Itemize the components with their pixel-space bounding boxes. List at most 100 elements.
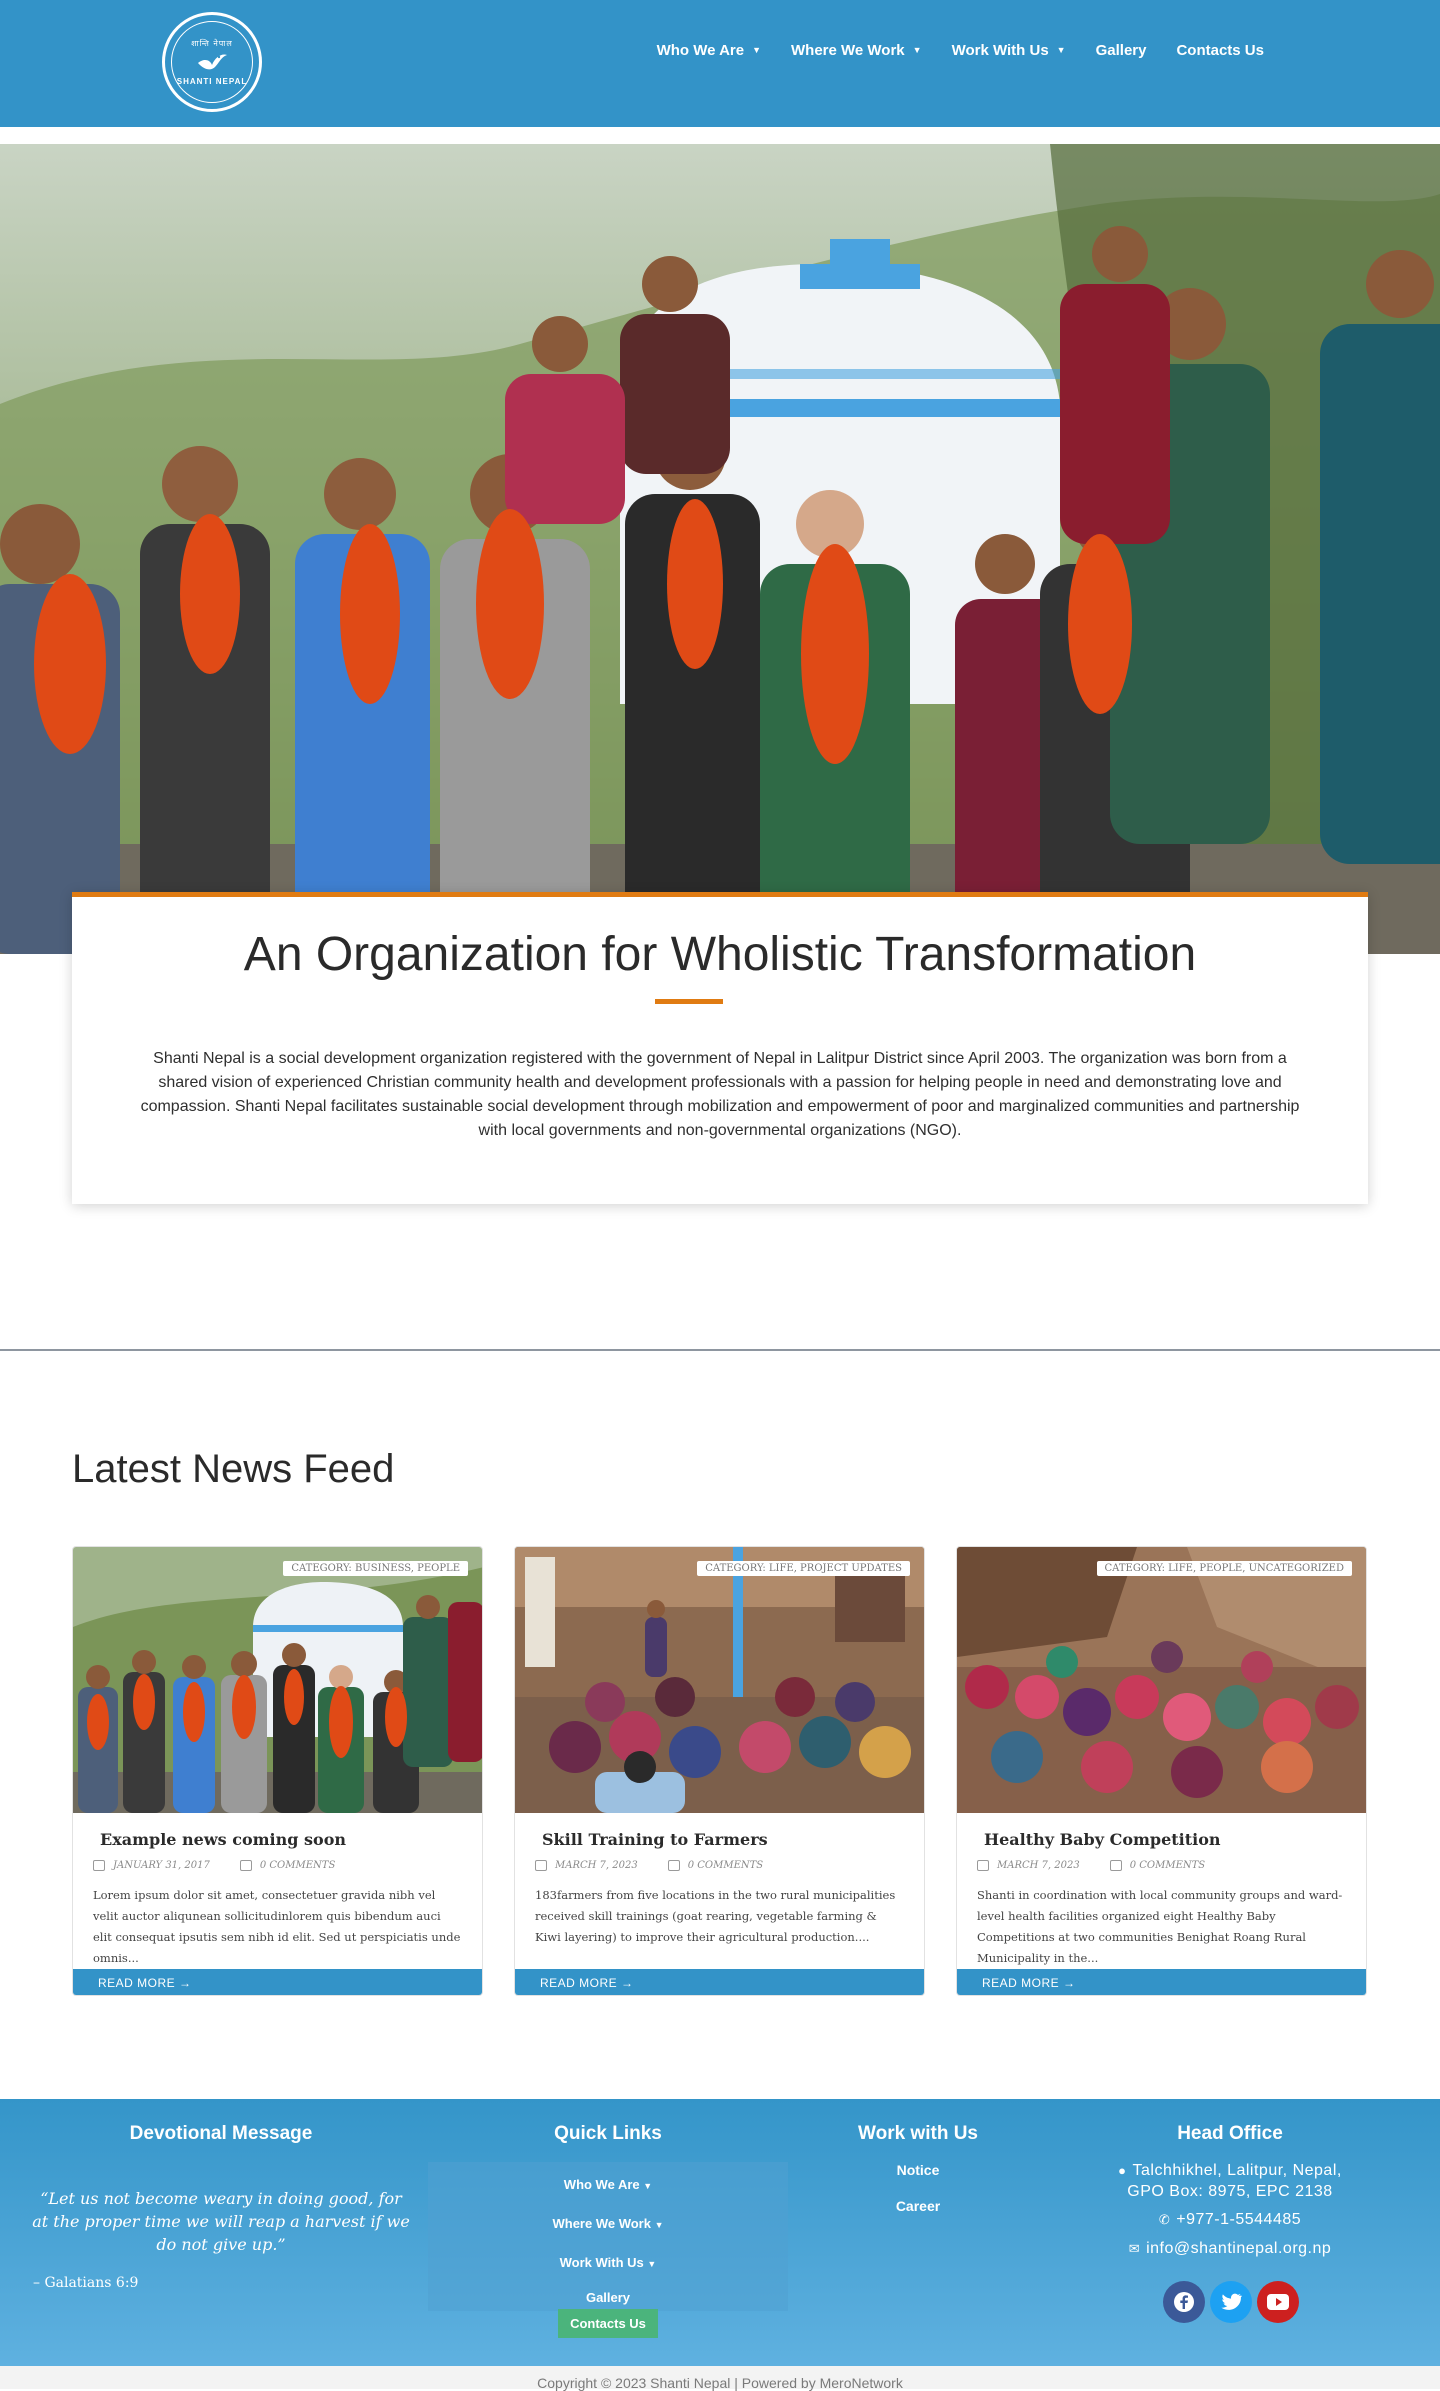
comment-icon	[667, 1860, 680, 1871]
post-comments-text: 0 COMMENTS	[1129, 1860, 1206, 1871]
news-card: CATEGORY: BUSINESS, PEOPLE Example news …	[72, 1546, 483, 1996]
nav-where-we-work[interactable]: Where We Work ▼	[791, 38, 922, 62]
nav-label: Contacts Us	[1176, 41, 1264, 59]
read-more-button[interactable]: READ MORE →	[957, 1969, 1366, 1995]
read-more-button[interactable]: READ MORE →	[515, 1969, 924, 1995]
site-footer: Devotional Message “Let us not become we…	[0, 2099, 1440, 2366]
category-badge[interactable]: CATEGORY: LIFE, PROJECT UPDATES	[697, 1561, 910, 1576]
facebook-button[interactable]	[1163, 2281, 1205, 2323]
dove-icon	[198, 54, 227, 70]
nav-who-we-are[interactable]: Who We Are ▼	[657, 38, 761, 62]
intro-title: An Organization for Wholistic Transforma…	[243, 928, 1197, 981]
devotional-heading: Devotional Message	[129, 2123, 313, 2144]
phone-line[interactable]: ✆ +977-1-5544485	[1080, 2211, 1380, 2229]
calendar-icon	[535, 1860, 547, 1871]
footer-link-career[interactable]: Career	[858, 2198, 978, 2214]
shanti-nepal-logo[interactable]: शान्ति नेपाल SHANTI NEPAL	[162, 12, 262, 112]
chevron-down-icon: ▼	[654, 2220, 664, 2230]
hero-photo-group	[0, 144, 1440, 954]
copyright-bar: Copyright © 2023 Shanti Nepal | Powered …	[0, 2366, 1440, 2391]
news-card-excerpt: 183farmers from five locations in the tw…	[535, 1888, 896, 1944]
intro-text: Shanti Nepal is a social development org…	[140, 1050, 1300, 1139]
post-comments-text: 0 COMMENTS	[259, 1860, 336, 1871]
quick-link-label: Where We Work	[552, 2216, 651, 2231]
address-line-1: ● Talchhikhel, Lalitpur, Nepal,	[1080, 2162, 1380, 2180]
phone-text: +977-1-5544485	[1176, 2211, 1302, 2228]
read-more-button[interactable]: READ MORE →	[73, 1969, 482, 1995]
site-header: शान्ति नेपाल SHANTI NEPAL Who We Are ▼ Wh…	[0, 0, 1440, 127]
news-card-image[interactable]: CATEGORY: BUSINESS, PEOPLE	[73, 1547, 482, 1813]
quick-links-menu: Who We Are ▼ Where We Work ▼ Work With U…	[428, 2162, 788, 2311]
logo-emblem: शान्ति नेपाल SHANTI NEPAL	[171, 21, 253, 103]
nav-label: Where We Work	[791, 41, 905, 59]
news-heading: Latest News Feed	[72, 1447, 395, 1491]
news-card-meta: MARCH 7, 2023 0 COMMENTS	[977, 1860, 1205, 1871]
chevron-down-icon: ▼	[912, 45, 922, 55]
chevron-down-icon: ▼	[647, 2259, 657, 2269]
calendar-icon	[977, 1860, 989, 1871]
news-card-meta: MARCH 7, 2023 0 COMMENTS	[535, 1860, 763, 1871]
news-card-title[interactable]: Skill Training to Farmers	[542, 1830, 768, 1849]
email-text: info@shantinepal.org.np	[1146, 2240, 1332, 2257]
category-badge[interactable]: CATEGORY: BUSINESS, PEOPLE	[283, 1561, 468, 1576]
quick-link-contacts-us[interactable]: Contacts Us	[558, 2309, 658, 2338]
quick-links-heading: Quick Links	[554, 2123, 662, 2144]
post-date-text: MARCH 7, 2023	[555, 1860, 638, 1871]
post-comments[interactable]: 0 COMMENTS	[239, 1860, 336, 1871]
comment-icon	[1109, 1860, 1122, 1871]
news-card-excerpt: Lorem ipsum dolor sit amet, consectetuer…	[93, 1888, 461, 1965]
logo-bottom-text: SHANTI NEPAL	[176, 77, 248, 86]
nav-label: Gallery	[1095, 41, 1147, 59]
nav-contacts-us[interactable]: Contacts Us	[1176, 38, 1264, 62]
twitter-button[interactable]	[1210, 2281, 1252, 2323]
nav-label: Who We Are	[656, 41, 745, 59]
news-card: CATEGORY: LIFE, PEOPLE, UNCATEGORIZED He…	[956, 1546, 1367, 1996]
news-card-image[interactable]: CATEGORY: LIFE, PEOPLE, UNCATEGORIZED	[957, 1547, 1366, 1813]
news-card: CATEGORY: LIFE, PROJECT UPDATES Skill Tr…	[514, 1546, 925, 1996]
devotional-quote: “Let us not become weary in doing good, …	[32, 2189, 410, 2254]
nav-gallery[interactable]: Gallery	[1096, 38, 1147, 62]
quick-link-label: Gallery	[585, 2290, 631, 2305]
chevron-down-icon: ▼	[752, 45, 762, 55]
comment-icon	[239, 1860, 252, 1871]
category-badge[interactable]: CATEGORY: LIFE, PEOPLE, UNCATEGORIZED	[1096, 1561, 1352, 1576]
post-date-text: MARCH 7, 2023	[997, 1860, 1080, 1871]
mail-icon: ✉	[1128, 2241, 1141, 2256]
nav-label: Work With Us	[951, 41, 1049, 59]
chevron-down-icon: ▼	[643, 2181, 653, 2191]
work-with-us-heading: Work with Us	[858, 2123, 978, 2144]
address-line-1-text: Talchhikhel, Lalitpur, Nepal,	[1132, 2162, 1342, 2179]
news-card-image[interactable]: CATEGORY: LIFE, PROJECT UPDATES	[515, 1547, 924, 1813]
youtube-button[interactable]	[1257, 2281, 1299, 2323]
post-comments[interactable]: 0 COMMENTS	[1109, 1860, 1206, 1871]
quick-link-label: Who We Are	[563, 2177, 640, 2192]
hero-photo	[0, 144, 1440, 954]
news-card-title[interactable]: Example news coming soon	[100, 1830, 346, 1849]
post-comments-text: 0 COMMENTS	[687, 1860, 764, 1871]
post-date-text: JANUARY 31, 2017	[113, 1860, 210, 1871]
devotional-citation: – Galatians 6:9	[33, 2275, 139, 2291]
quick-link-who-we-are[interactable]: Who We Are ▼	[428, 2177, 788, 2192]
news-photo	[957, 1547, 1366, 1813]
footer-link-notice[interactable]: Notice	[858, 2162, 978, 2178]
map-pin-icon: ●	[1118, 2163, 1127, 2178]
title-underline	[655, 999, 723, 1004]
section-divider	[0, 1349, 1440, 1351]
quick-link-gallery[interactable]: Gallery	[428, 2290, 788, 2305]
post-date: MARCH 7, 2023	[977, 1860, 1080, 1871]
post-date: JANUARY 31, 2017	[93, 1860, 210, 1871]
post-comments[interactable]: 0 COMMENTS	[667, 1860, 764, 1871]
quick-link-where-we-work[interactable]: Where We Work ▼	[428, 2216, 788, 2231]
news-card-title[interactable]: Healthy Baby Competition	[984, 1830, 1221, 1849]
twitter-icon	[1221, 2293, 1242, 2310]
nav-work-with-us[interactable]: Work With Us ▼	[952, 38, 1066, 62]
address-line-2: GPO Box: 8975, EPC 2138	[1127, 2183, 1333, 2200]
news-photo	[515, 1547, 924, 1813]
post-date: MARCH 7, 2023	[535, 1860, 638, 1871]
email-line[interactable]: ✉ info@shantinepal.org.np	[1080, 2240, 1380, 2258]
phone-icon: ✆	[1158, 2212, 1171, 2227]
quick-link-work-with-us[interactable]: Work With Us ▼	[428, 2255, 788, 2270]
quick-link-label: Work With Us	[559, 2255, 644, 2270]
main-nav: Who We Are ▼ Where We Work ▼ Work With Us ▼…	[657, 38, 1264, 62]
head-office-heading: Head Office	[1177, 2123, 1283, 2144]
